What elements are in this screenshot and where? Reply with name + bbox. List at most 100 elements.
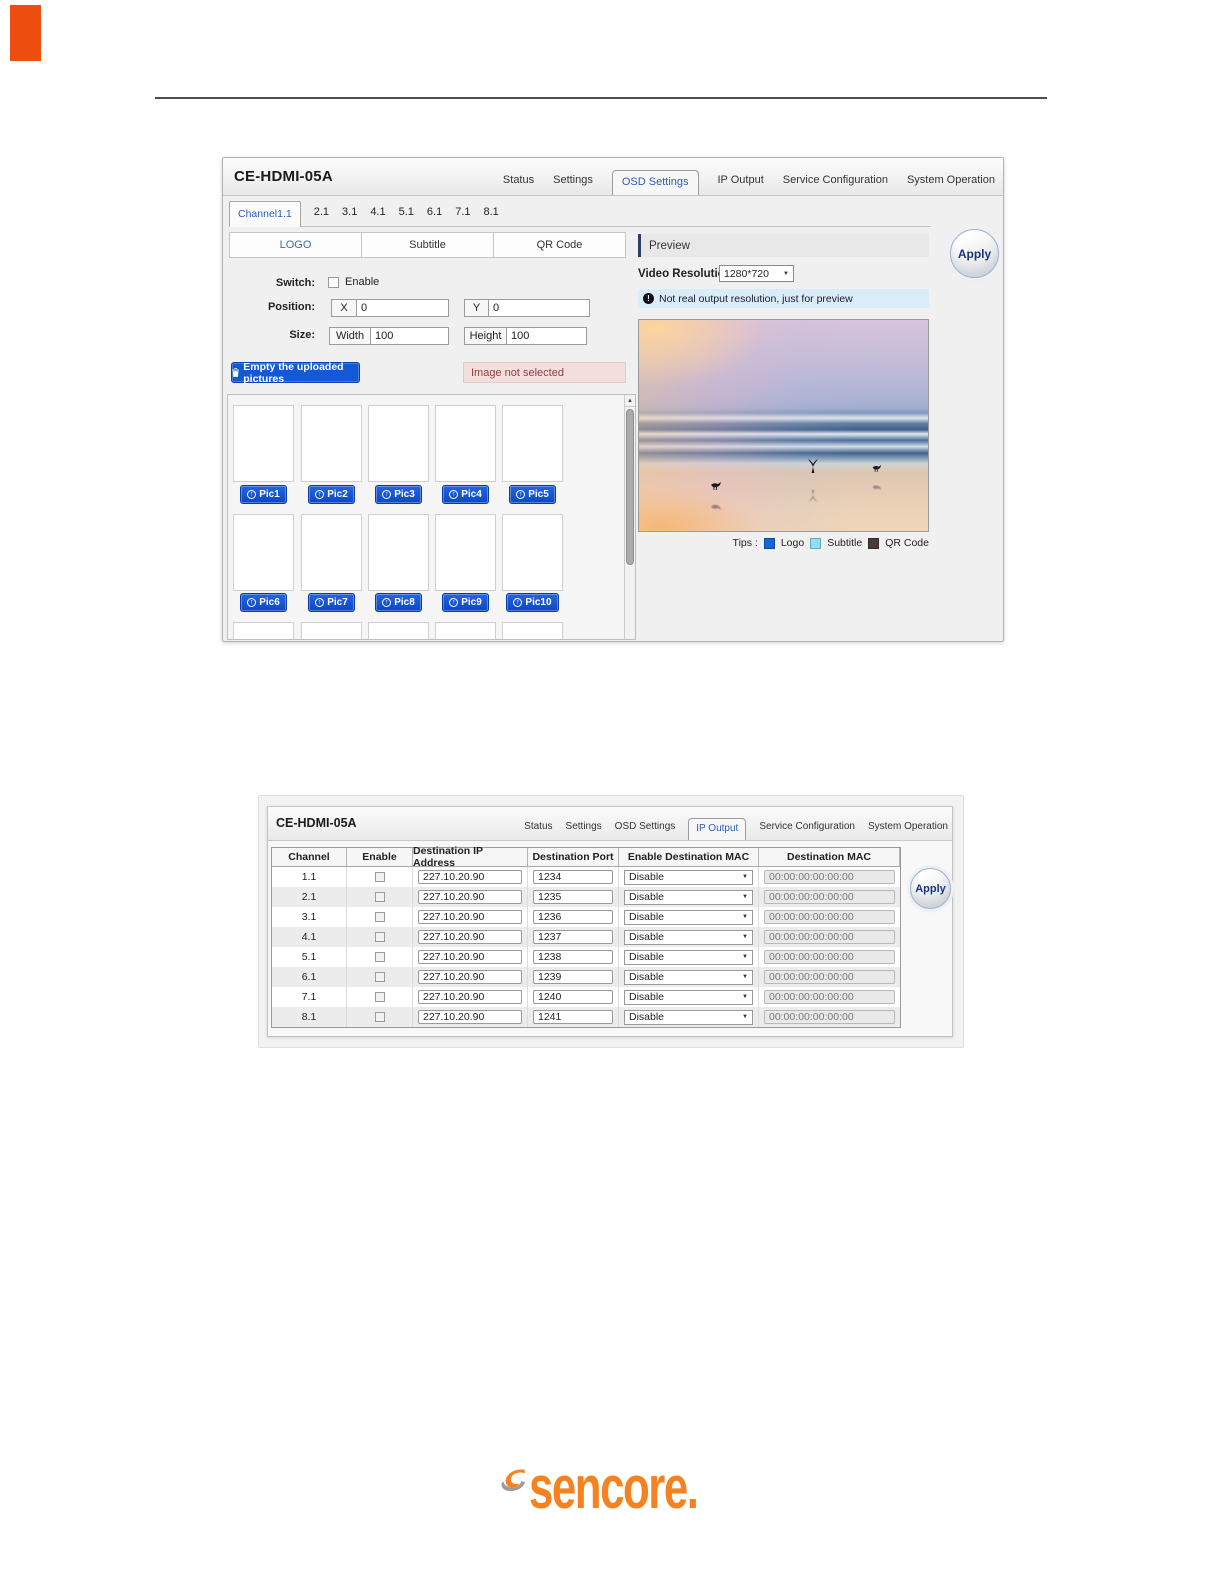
mac-mode-value: Disable [629,911,665,923]
apply-button[interactable]: Apply [910,868,951,909]
enable-destination-mac-select[interactable]: Disable ▼ [624,889,753,905]
tab-settings[interactable]: Settings [553,174,593,186]
destination-port-input[interactable]: 1236 [533,910,613,924]
upload-pic1-button[interactable]: ↑ Pic1 [240,485,287,504]
upload-pic8-button[interactable]: ↑ Pic8 [375,593,422,612]
picture-slot [301,405,362,482]
position-y-input[interactable]: 0 [489,299,590,317]
enable-destination-mac-select[interactable]: Disable ▼ [624,989,753,1005]
enable-cell [347,907,413,927]
table-row: 6.1 227.10.20.90 1239 Disable ▼ 00:00:00:00:0… [272,967,900,987]
osd-subtab-logo[interactable]: LOGO [230,233,362,257]
tab-service-configuration[interactable]: Service Configuration [759,821,855,832]
size-width-input[interactable]: 100 [371,327,449,345]
table-header-row: Channel Enable Destination IP Address Desti… [272,845,900,869]
enable-checkbox[interactable] [374,952,385,962]
tips-legend: Tips : Logo Subtitle QR Code [638,537,929,549]
upload-pic4-button[interactable]: ↑ Pic4 [442,485,489,504]
channel-tab-8-1[interactable]: 8.1 [484,206,499,218]
upload-pic7-button[interactable]: ↑ Pic7 [308,593,355,612]
preview-image [638,319,929,532]
channel-tab-channel1-1[interactable]: Channel1.1 [229,201,301,227]
tab-service-configuration[interactable]: Service Configuration [783,174,888,186]
tab-settings[interactable]: Settings [566,821,602,832]
destination-ip-input[interactable]: 227.10.20.90 [418,990,522,1004]
upload-pic3-button[interactable]: ↑ Pic3 [375,485,422,504]
tab-osd-settings[interactable]: OSD Settings [611,170,699,195]
mac-mode-value: Disable [629,991,665,1003]
port-cell: 1239 [528,967,619,987]
enable-checkbox[interactable] [374,992,385,1002]
enable-checkbox[interactable] [328,277,339,288]
mac-mode-cell: Disable ▼ [619,907,759,927]
tab-status[interactable]: Status [503,174,534,186]
enable-destination-mac-select[interactable]: Disable ▼ [624,929,753,945]
upload-pic9-button[interactable]: ↑ Pic9 [442,593,489,612]
destination-port-input[interactable]: 1239 [533,970,613,984]
upload-pic2-button[interactable]: ↑ Pic2 [308,485,355,504]
mac-mode-cell: Disable ▼ [619,987,759,1007]
tab-status[interactable]: Status [524,821,552,832]
enable-checkbox[interactable] [374,932,385,942]
tab-ip-output[interactable]: IP Output [688,818,747,840]
video-resolution-select[interactable]: 1280*720 ▼ [719,265,794,282]
upload-pic5-button[interactable]: ↑ Pic5 [509,485,556,504]
size-height-input[interactable]: 100 [507,327,587,345]
tab-osd-settings[interactable]: OSD Settings [615,821,676,832]
apply-button[interactable]: Apply [950,229,999,278]
mac-mode-value: Disable [629,871,665,883]
scrollbar-thumb[interactable] [626,409,634,565]
destination-ip-input[interactable]: 227.10.20.90 [418,1010,522,1024]
scroll-up-icon[interactable]: ▲ [625,395,635,407]
channel-tab-6-1[interactable]: 6.1 [427,206,442,218]
enable-destination-mac-select[interactable]: Disable ▼ [624,969,753,985]
pic-button-label: Pic8 [394,597,415,608]
destination-port-input[interactable]: 1234 [533,870,613,884]
channel-cell: 4.1 [272,927,347,947]
enable-checkbox[interactable] [374,912,385,922]
destination-port-input[interactable]: 1238 [533,950,613,964]
enable-destination-mac-select[interactable]: Disable ▼ [624,1009,753,1025]
col-header-destination-mac: Destination MAC [759,848,900,866]
enable-destination-mac-select[interactable]: Disable ▼ [624,909,753,925]
channel-tab-5-1[interactable]: 5.1 [399,206,414,218]
destination-port-input[interactable]: 1237 [533,930,613,944]
destination-mac-input: 00:00:00:00:00:00 [764,890,895,904]
pic-button-label: Pic9 [461,597,482,608]
channel-tab-4-1[interactable]: 4.1 [370,206,385,218]
destination-ip-input[interactable]: 227.10.20.90 [418,910,522,924]
position-x-input[interactable]: 0 [357,299,449,317]
destination-ip-input[interactable]: 227.10.20.90 [418,970,522,984]
enable-checkbox[interactable] [374,972,385,982]
enable-destination-mac-select[interactable]: Disable ▼ [624,869,753,885]
destination-port-input[interactable]: 1241 [533,1010,613,1024]
destination-mac-input: 00:00:00:00:00:00 [764,1010,895,1024]
channel-tab-7-1[interactable]: 7.1 [455,206,470,218]
empty-pictures-button[interactable]: Empty the uploaded pictures [231,361,360,385]
destination-port-input[interactable]: 1240 [533,990,613,1004]
tab-system-operation[interactable]: System Operation [868,821,948,832]
enable-checkbox[interactable] [374,892,385,902]
channel-cell: 8.1 [272,1007,347,1027]
destination-port-input[interactable]: 1235 [533,890,613,904]
osd-subtab-qr-code[interactable]: QR Code [494,233,625,257]
upload-pic10-button[interactable]: ↑ Pic10 [506,593,559,612]
enable-checkbox[interactable] [374,872,385,882]
destination-ip-input[interactable]: 227.10.20.90 [418,950,522,964]
destination-ip-input[interactable]: 227.10.20.90 [418,930,522,944]
y-label-cell: Y [464,299,489,317]
channel-tab-3-1[interactable]: 3.1 [342,206,357,218]
scrollbar[interactable]: ▲ [624,395,635,639]
destination-ip-input[interactable]: 227.10.20.90 [418,870,522,884]
enable-destination-mac-select[interactable]: Disable ▼ [624,949,753,965]
osd-subtab-subtitle[interactable]: Subtitle [362,233,494,257]
upload-pic6-button[interactable]: ↑ Pic6 [240,593,287,612]
destination-ip-input[interactable]: 227.10.20.90 [418,890,522,904]
enable-checkbox[interactable] [374,1012,385,1022]
bird-reflection [711,505,722,511]
tab-ip-output[interactable]: IP Output [718,174,764,186]
info-icon: ! [643,293,654,304]
ip-cell: 227.10.20.90 [413,907,528,927]
tab-system-operation[interactable]: System Operation [907,174,995,186]
channel-tab-2-1[interactable]: 2.1 [314,206,329,218]
